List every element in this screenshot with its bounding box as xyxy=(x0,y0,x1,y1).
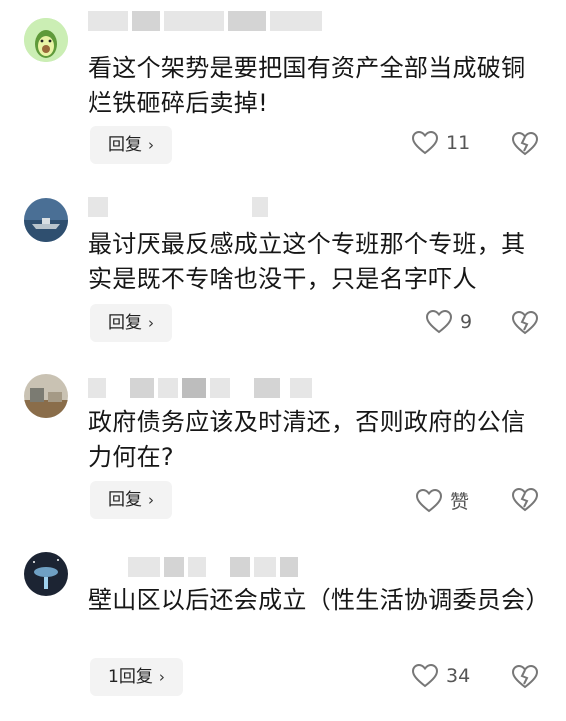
reply-label: 回复 xyxy=(108,313,142,333)
chevron-right-icon: › xyxy=(148,314,154,332)
reply-label: 1回复 xyxy=(108,667,153,687)
ship-avatar-icon xyxy=(24,198,68,242)
chevron-right-icon: › xyxy=(148,136,154,154)
heart-outline-icon xyxy=(416,488,442,512)
avatar[interactable] xyxy=(24,374,68,418)
like-count: 赞 xyxy=(450,491,470,513)
comment-text: 壁山区以后还会成立（性生活协调委员会） xyxy=(88,586,550,614)
like-button[interactable]: 34 xyxy=(412,664,470,688)
like-button[interactable]: 赞 xyxy=(416,487,469,514)
username-redacted xyxy=(88,10,322,32)
reply-label: 回复 xyxy=(108,490,142,510)
broken-heart-icon[interactable] xyxy=(512,310,538,336)
username-redacted xyxy=(88,556,298,578)
night-sky-avatar-icon xyxy=(24,552,68,596)
username-redacted xyxy=(88,196,268,218)
like-button[interactable]: 11 xyxy=(412,131,470,155)
broken-heart-icon[interactable] xyxy=(512,131,538,157)
reply-button[interactable]: 回复 › xyxy=(90,126,172,164)
like-count: 34 xyxy=(446,665,471,687)
comment-text: 看这个架势是要把国有资产全部当成破铜烂铁砸碎后卖掉! xyxy=(88,54,526,117)
chevron-right-icon: › xyxy=(148,491,154,509)
broken-heart-icon[interactable] xyxy=(512,487,538,513)
like-count: 11 xyxy=(446,132,471,154)
avatar[interactable] xyxy=(24,552,68,596)
avatar[interactable] xyxy=(24,18,68,62)
chevron-right-icon: › xyxy=(158,668,165,686)
landscape-avatar-icon xyxy=(24,374,68,418)
heart-outline-icon xyxy=(426,310,452,334)
broken-heart-icon[interactable] xyxy=(512,664,538,690)
username-redacted xyxy=(88,377,312,399)
heart-outline-icon xyxy=(412,664,438,688)
reply-button[interactable]: 1回复 › xyxy=(90,658,183,696)
avocado-avatar-icon xyxy=(24,18,68,62)
reply-button[interactable]: 回复 › xyxy=(90,481,172,519)
reply-button[interactable]: 回复 › xyxy=(90,304,172,342)
like-count: 9 xyxy=(460,311,473,333)
comment-text: 政府债务应该及时清还，否则政府的公信力何在? xyxy=(88,408,526,471)
like-button[interactable]: 9 xyxy=(426,310,472,334)
heart-outline-icon xyxy=(412,131,438,155)
avatar[interactable] xyxy=(24,198,68,242)
comment-text: 最讨厌最反感成立这个专班那个专班，其实是既不专啥也没干，只是名字吓人 xyxy=(88,230,526,293)
reply-label: 回复 xyxy=(108,135,142,155)
